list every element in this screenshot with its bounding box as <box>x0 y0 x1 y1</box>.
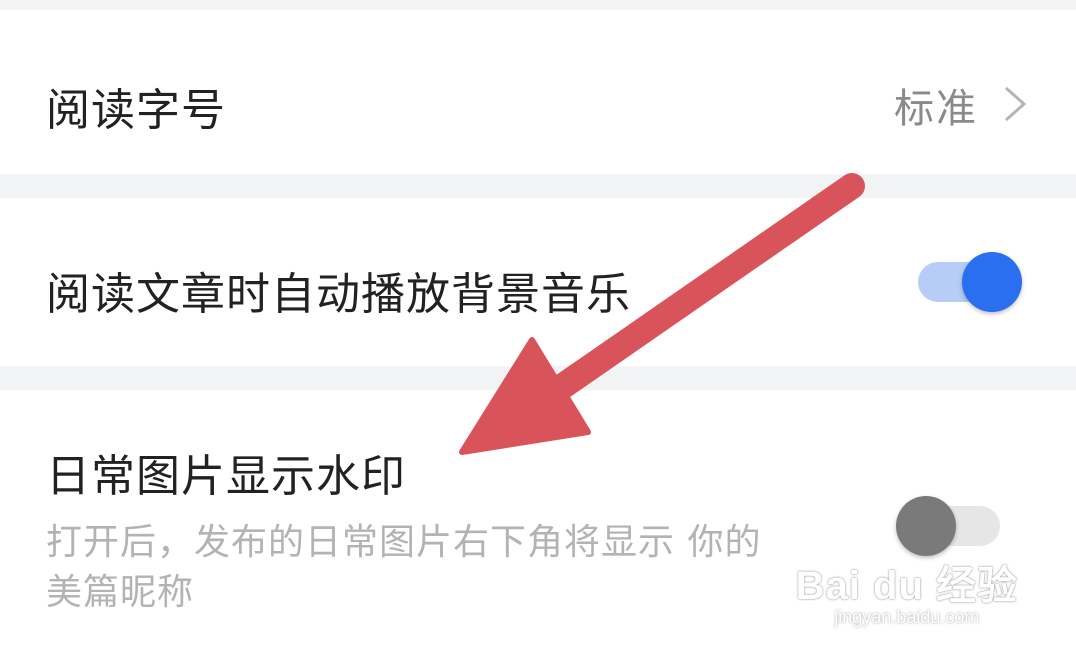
bg-music-toggle[interactable] <box>918 252 1022 312</box>
baidu-logo: Bai du 经验 <box>795 564 1018 608</box>
toggle-knob <box>962 252 1022 312</box>
setting-label-watermark: 日常图片显示水印 <box>46 451 406 502</box>
settings-page: 阅读字号 标准 阅读文章时自动播放背景音乐 日常图片显示水印 打开后，发布的日常… <box>0 0 1076 652</box>
setting-value-font-size: 标准 <box>894 86 978 132</box>
setting-row-bg-music: 阅读文章时自动播放背景音乐 <box>0 198 1076 366</box>
setting-description-watermark: 打开后，发布的日常图片右下角将显示 你的美篇昵称 <box>46 522 762 613</box>
setting-label-bg-music: 阅读文章时自动播放背景音乐 <box>46 269 631 320</box>
setting-label-font-size: 阅读字号 <box>46 85 226 136</box>
watermark-toggle[interactable] <box>896 496 1000 556</box>
toggle-knob <box>896 496 956 556</box>
setting-row-font-size[interactable]: 阅读字号 标准 <box>0 10 1076 174</box>
chevron-right-icon <box>1005 86 1027 122</box>
baidu-jingyan-watermark: Bai du 经验 jingyan.baidu.com <box>796 553 1018 628</box>
